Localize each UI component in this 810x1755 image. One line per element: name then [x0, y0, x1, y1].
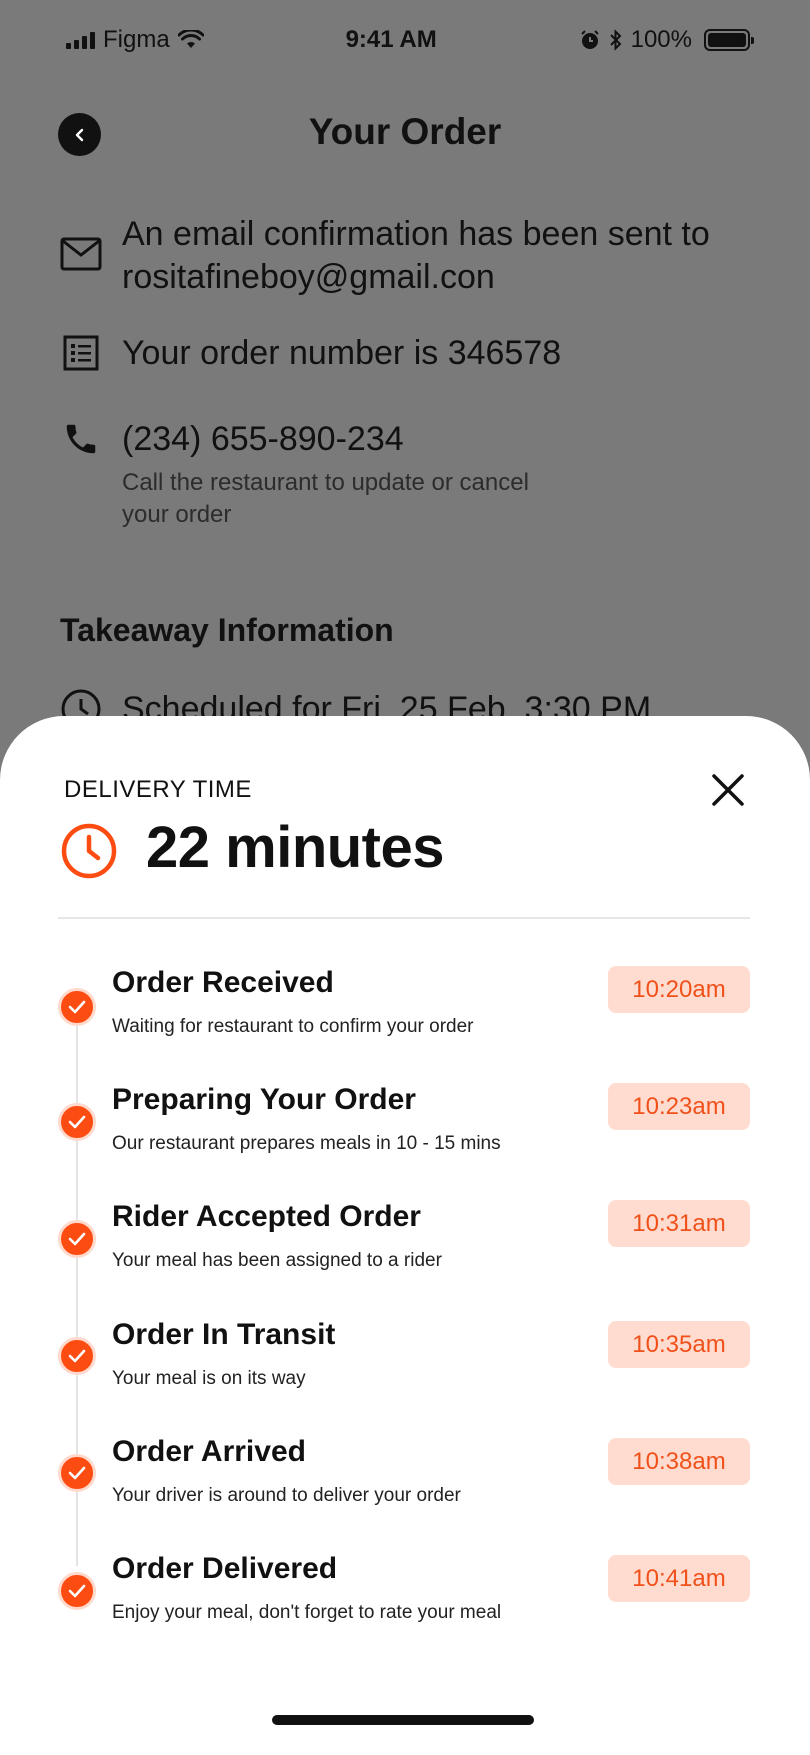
- divider: [58, 917, 750, 919]
- step-time-badge: 10:35am: [608, 1321, 750, 1368]
- step-description: Enjoy your meal, don't forget to rate yo…: [112, 1602, 502, 1623]
- step-time-badge: 10:41am: [608, 1555, 750, 1602]
- timeline-step: Order Arrived Your driver is around to d…: [58, 1435, 750, 1535]
- timeline-step: Preparing Your Order Our restaurant prep…: [58, 1083, 750, 1183]
- step-title: Order Delivered: [112, 1552, 338, 1585]
- receipt-icon: [60, 332, 102, 374]
- header: Your Order: [0, 95, 810, 171]
- phone-hint-line-2: your order: [122, 501, 232, 528]
- close-button[interactable]: [706, 768, 750, 812]
- timeline-step: Order In Transit Your meal is on its way…: [58, 1318, 750, 1418]
- home-indicator[interactable]: [272, 1715, 534, 1725]
- email-address: rositafineboy@gmail.con: [122, 258, 495, 296]
- wifi-icon: [177, 30, 204, 48]
- alarm-icon: [580, 30, 599, 49]
- page-title: Your Order: [308, 111, 502, 152]
- order-number: Your order number is 346578: [122, 334, 562, 372]
- battery-icon: [704, 29, 754, 51]
- step-description: Your meal is on its way: [112, 1368, 306, 1389]
- email-line-1: An email confirmation has been sent to: [122, 215, 710, 253]
- step-time-badge: 10:23am: [608, 1083, 750, 1130]
- step-description: Our restaurant prepares meals in 10 - 15…: [112, 1133, 501, 1154]
- step-time-badge: 10:20am: [608, 966, 750, 1013]
- phone-hint-line-1: Call the restaurant to update or cancel: [122, 469, 529, 496]
- step-title: Order Arrived: [112, 1435, 306, 1468]
- bluetooth-icon: [609, 29, 622, 51]
- signal-icon: [66, 31, 95, 49]
- step-title: Order In Transit: [112, 1318, 336, 1351]
- order-number-row: Your order number is 346578: [60, 332, 561, 375]
- carrier-name: Figma: [103, 26, 170, 53]
- delivery-time-value: 22 minutes: [146, 815, 445, 880]
- email-info-row: An email confirmation has been sent to r…: [60, 213, 710, 299]
- check-icon: [58, 1454, 96, 1492]
- check-icon: [58, 1220, 96, 1258]
- status-time: 9:41 AM: [345, 26, 437, 53]
- step-time-badge: 10:38am: [608, 1438, 750, 1485]
- status-bar: Figma 9:41 AM 100%: [0, 0, 810, 80]
- step-description: Your meal has been assigned to a rider: [112, 1250, 442, 1271]
- timeline-step: Order Received Waiting for restaurant to…: [58, 966, 750, 1066]
- timeline-step: Order Delivered Enjoy your meal, don't f…: [58, 1552, 750, 1652]
- status-right: 100%: [579, 26, 754, 54]
- check-icon: [58, 988, 96, 1026]
- step-time-badge: 10:31am: [608, 1200, 750, 1247]
- phone-icon: [60, 418, 102, 460]
- step-description: Your driver is around to deliver your or…: [112, 1485, 461, 1506]
- timeline-step: Rider Accepted Order Your meal has been …: [58, 1200, 750, 1300]
- delivery-bottom-sheet: DELIVERY TIME 22 minutes Order Received …: [0, 716, 810, 1755]
- battery-percent: 100%: [630, 26, 692, 53]
- check-icon: [58, 1103, 96, 1141]
- delivery-time-label: DELIVERY TIME: [64, 776, 252, 803]
- delivery-clock-icon: [61, 823, 117, 879]
- step-title: Rider Accepted Order: [112, 1200, 421, 1233]
- step-title: Order Received: [112, 966, 334, 999]
- close-icon: [712, 774, 744, 806]
- mail-icon: [60, 233, 102, 275]
- step-description: Waiting for restaurant to confirm your o…: [112, 1016, 474, 1037]
- check-icon: [58, 1572, 96, 1610]
- takeaway-section-title: Takeaway Information: [60, 612, 394, 648]
- status-left: Figma: [66, 26, 204, 54]
- check-icon: [58, 1337, 96, 1375]
- step-title: Preparing Your Order: [112, 1083, 416, 1116]
- phone-number-link[interactable]: (234) 655-890-234: [122, 418, 529, 461]
- phone-row: (234) 655-890-234 Call the restaurant to…: [60, 418, 529, 531]
